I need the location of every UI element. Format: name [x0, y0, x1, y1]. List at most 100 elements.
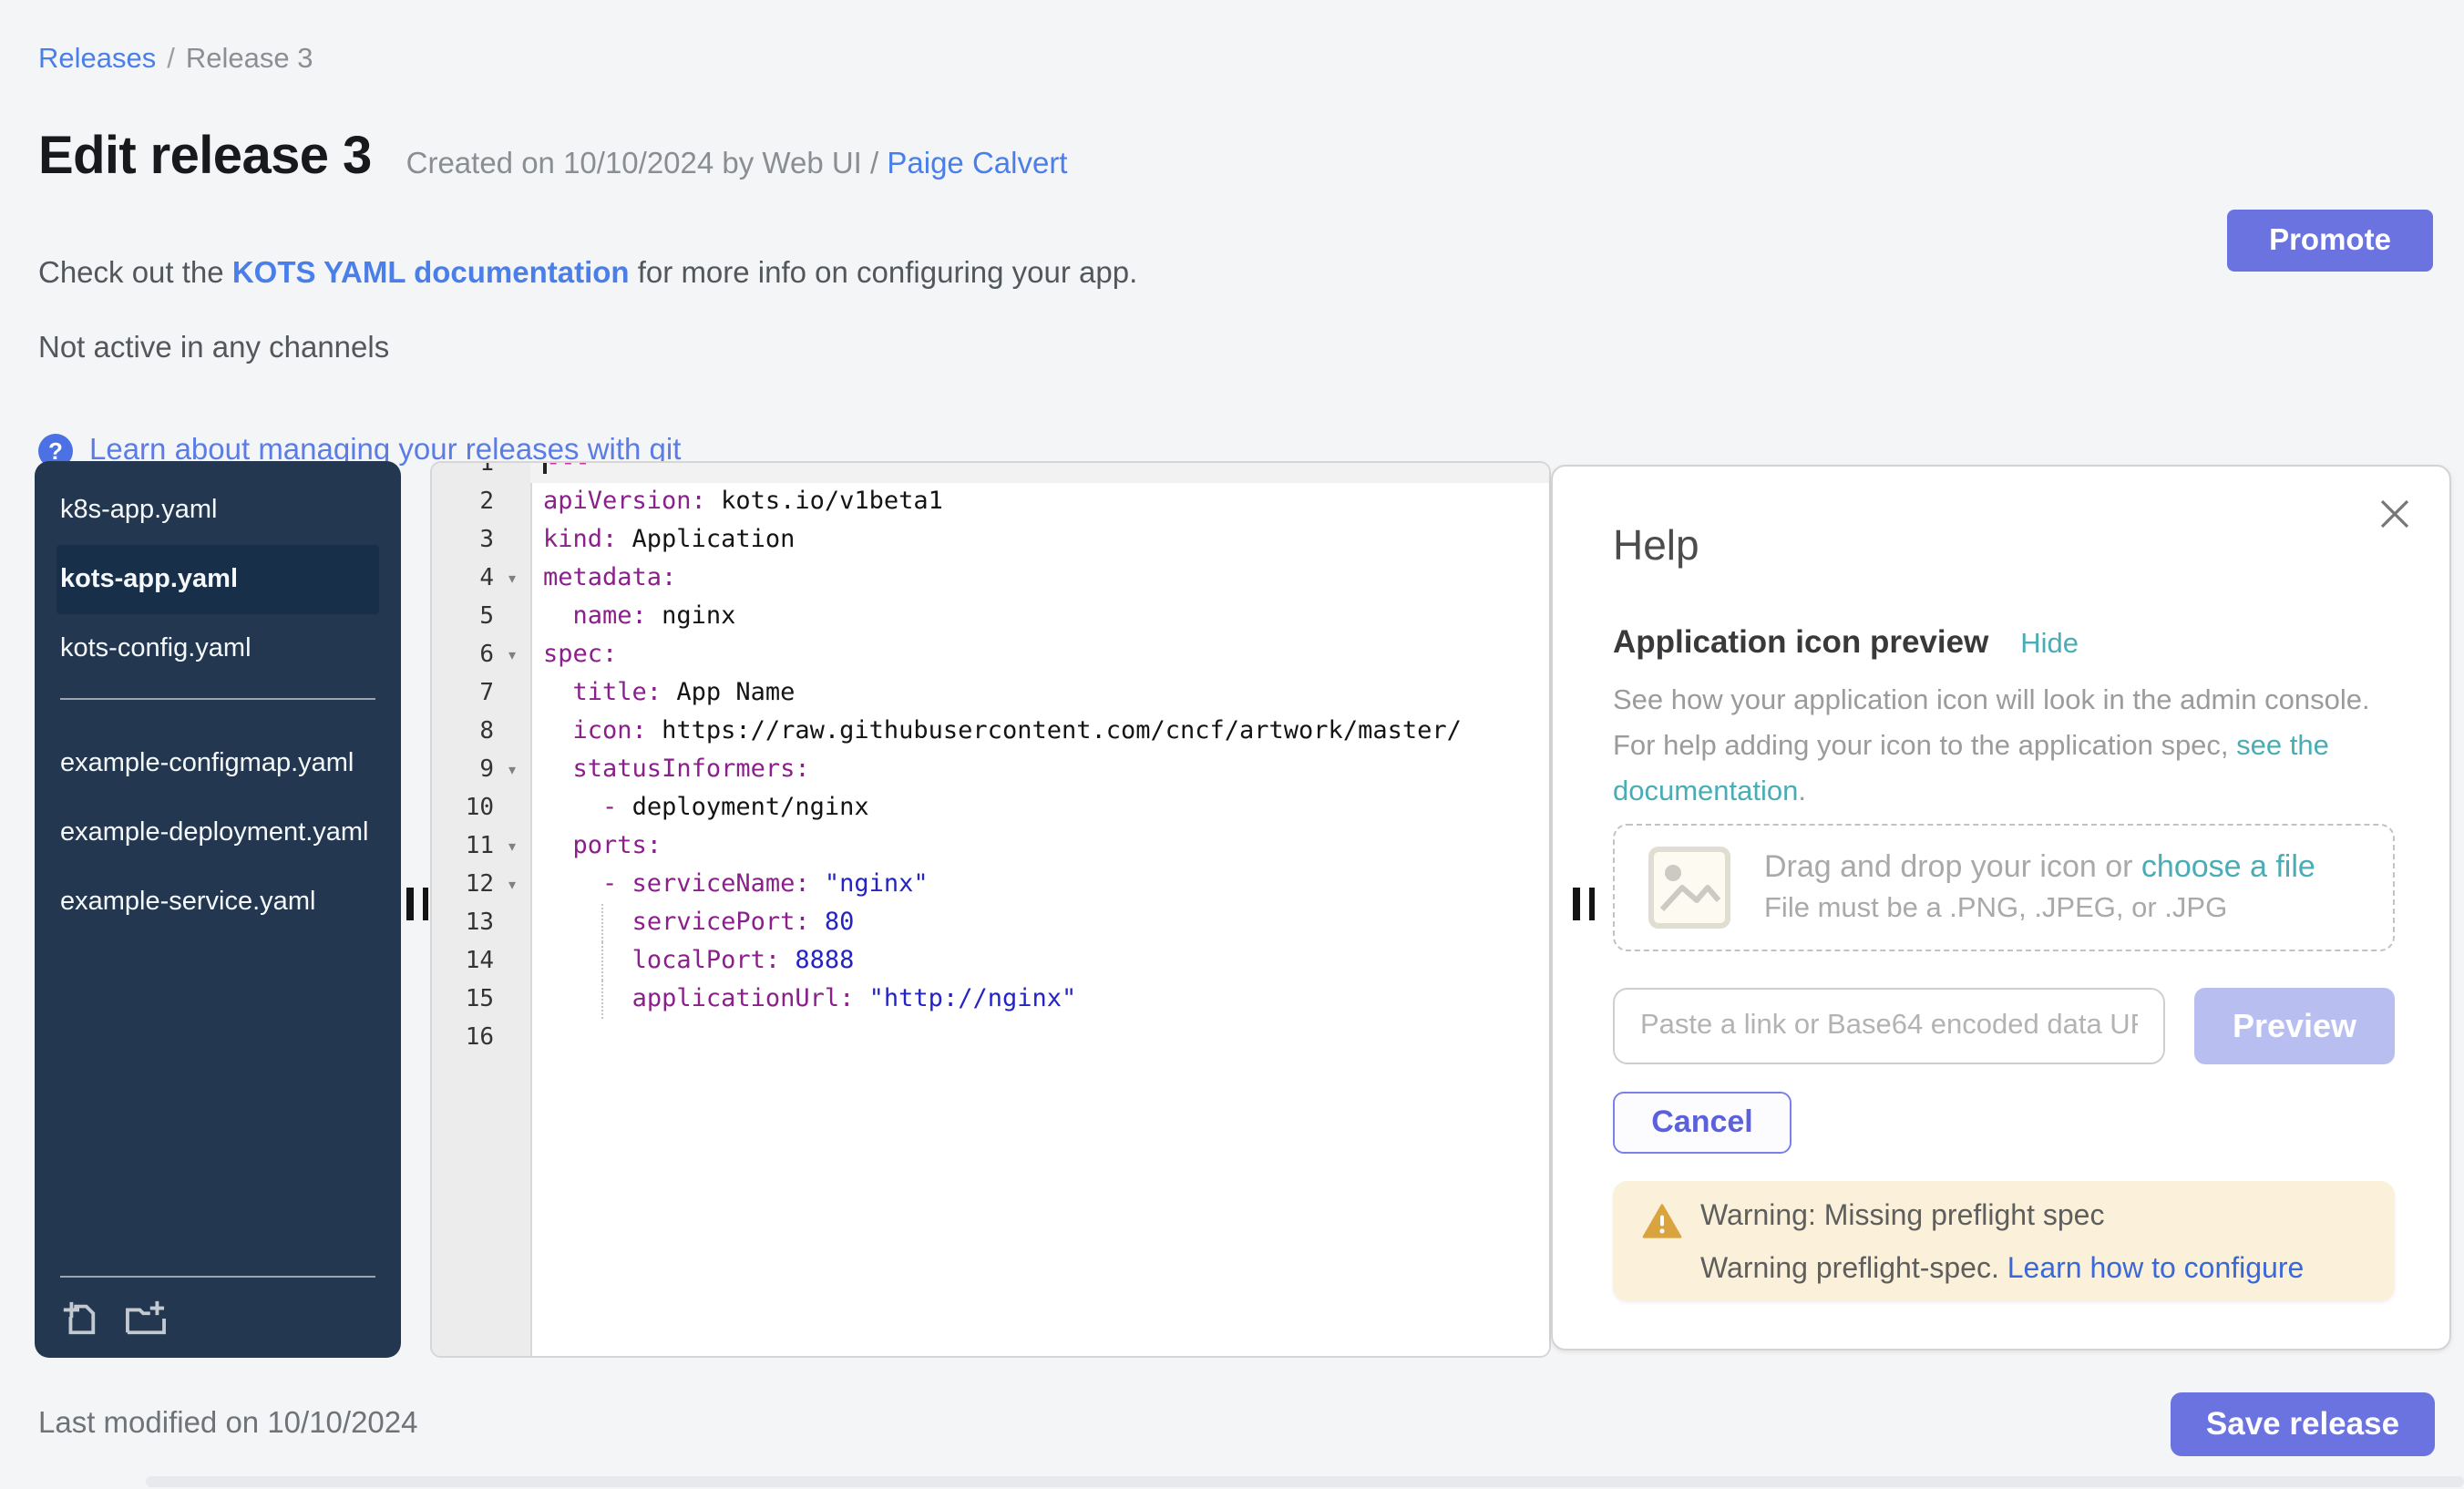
doc-hint: Check out the KOTS YAML documentation fo…: [38, 257, 1137, 292]
doc-hint-prefix: Check out the: [38, 257, 232, 290]
learn-configure-link[interactable]: Learn how to configure: [2007, 1254, 2305, 1285]
code-line-4[interactable]: 4▾metadata:: [432, 560, 1549, 598]
code-text: icon: https://raw.githubusercontent.com/…: [530, 713, 1549, 751]
warning-title: Warning: Missing preflight spec: [1700, 1201, 2104, 1234]
code-text: statusInformers:: [530, 751, 1549, 789]
line-number: 3: [432, 521, 494, 560]
code-line-2[interactable]: 2 apiVersion: kots.io/v1beta1: [432, 483, 1549, 521]
fold-spacer: [494, 674, 530, 713]
dropzone-text: Drag and drop your icon or choose a file…: [1764, 849, 2315, 926]
dropzone-prefix: Drag and drop your icon or: [1764, 849, 2141, 884]
code-line-7[interactable]: 7 title: App Name: [432, 674, 1549, 713]
breadcrumb-releases-link[interactable]: Releases: [38, 44, 156, 75]
indent-guide: [601, 981, 603, 1019]
preview-button[interactable]: Preview: [2194, 988, 2395, 1064]
breadcrumb-current: Release 3: [186, 44, 313, 75]
code-line-11[interactable]: 11▾ ports:: [432, 827, 1549, 866]
fold-spacer: [494, 981, 530, 1019]
hide-link[interactable]: Hide: [2020, 629, 2079, 660]
last-modified-text: Last modified on 10/10/2024: [38, 1407, 418, 1442]
sidebar-editor-resize-handle[interactable]: [406, 888, 428, 920]
code-text: applicationUrl: "http://nginx": [530, 981, 1549, 1019]
line-number: 12: [432, 866, 494, 904]
breadcrumb-separator: /: [167, 44, 175, 75]
cancel-button[interactable]: Cancel: [1613, 1092, 1792, 1154]
line-number: 1: [432, 461, 494, 483]
sidebar-item-k8s-app-yaml[interactable]: k8s-app.yaml: [35, 476, 401, 545]
promote-button[interactable]: Promote: [2227, 210, 2433, 272]
code-text: kind: Application: [530, 521, 1549, 560]
created-info: Created on 10/10/2024 by Web UI / Paige …: [406, 148, 1068, 180]
code-line-13[interactable]: 13 servicePort: 80: [432, 904, 1549, 942]
code-line-1[interactable]: 1---: [432, 461, 1549, 483]
code-line-16[interactable]: 16: [432, 1019, 1549, 1057]
fold-spacer: [494, 713, 530, 751]
add-folder-icon[interactable]: [124, 1299, 168, 1337]
code-line-9[interactable]: 9▾ statusInformers:: [432, 751, 1549, 789]
code-line-5[interactable]: 5 name: nginx: [432, 598, 1549, 636]
code-text: - serviceName: "nginx": [530, 866, 1549, 904]
code-line-6[interactable]: 6▾spec:: [432, 636, 1549, 674]
editor-lines: 1---2 apiVersion: kots.io/v1beta1 3 kind: A…: [432, 461, 1549, 1057]
icon-dropzone[interactable]: Drag and drop your icon or choose a file…: [1613, 824, 2395, 951]
fold-spacer: [494, 521, 530, 560]
code-text: spec:: [530, 636, 1549, 674]
file-groups: k8s-app.yamlkots-app.yamlkots-config.yam…: [35, 461, 401, 937]
code-line-14[interactable]: 14 localPort: 8888: [432, 942, 1549, 981]
line-number: 14: [432, 942, 494, 981]
code-text: servicePort: 80: [530, 904, 1549, 942]
yaml-editor[interactable]: 1---2 apiVersion: kots.io/v1beta1 3 kind: A…: [430, 461, 1551, 1358]
code-line-3[interactable]: 3 kind: Application: [432, 521, 1549, 560]
sidebar-divider: [60, 698, 375, 700]
title-row: Edit release 3Created on 10/10/2024 by W…: [38, 128, 1068, 188]
fold-spacer: [494, 789, 530, 827]
code-text: metadata:: [530, 560, 1549, 598]
help-title: Help: [1613, 521, 1699, 570]
fold-spacer: [494, 598, 530, 636]
fold-arrow-icon[interactable]: ▾: [494, 866, 530, 904]
sidebar-item-kots-config-yaml[interactable]: kots-config.yaml: [35, 614, 401, 683]
line-number: 2: [432, 483, 494, 521]
add-file-icon[interactable]: [60, 1299, 98, 1337]
sidebar-item-example-configmap-yaml[interactable]: example-configmap.yaml: [35, 729, 401, 798]
line-number: 7: [432, 674, 494, 713]
fold-arrow-icon[interactable]: ▾: [494, 827, 530, 866]
code-text: localPort: 8888: [530, 942, 1549, 981]
fold-arrow-icon[interactable]: ▾: [494, 636, 530, 674]
line-number: 16: [432, 1019, 494, 1057]
save-release-button[interactable]: Save release: [2171, 1392, 2435, 1456]
code-line-12[interactable]: 12▾ - serviceName: "nginx": [432, 866, 1549, 904]
help-description: See how your application icon will look …: [1613, 678, 2389, 815]
horizontal-scrollbar[interactable]: [146, 1476, 2464, 1487]
close-icon[interactable]: [2377, 496, 2413, 532]
channel-status: Not active in any channels: [38, 332, 389, 366]
page: Releases / Release 3 Edit release 3Created…: [0, 0, 2464, 1489]
code-text: name: nginx: [530, 598, 1549, 636]
author-link[interactable]: Paige Calvert: [887, 148, 1067, 180]
fold-spacer: [494, 1019, 530, 1057]
sidebar-item-example-deployment-yaml[interactable]: example-deployment.yaml: [35, 798, 401, 868]
fold-arrow-icon[interactable]: ▾: [494, 751, 530, 789]
editor-help-resize-handle[interactable]: [1573, 888, 1595, 920]
code-text: title: App Name: [530, 674, 1549, 713]
code-text: apiVersion: kots.io/v1beta1: [530, 483, 1549, 521]
kots-yaml-doc-link[interactable]: KOTS YAML documentation: [232, 257, 630, 290]
line-number: 8: [432, 713, 494, 751]
line-number: 4: [432, 560, 494, 598]
preflight-warning: Warning: Missing preflight spec Warning …: [1613, 1181, 2395, 1301]
fold-arrow-icon[interactable]: ▾: [494, 560, 530, 598]
help-description-suffix: .: [1798, 776, 1806, 807]
doc-hint-suffix: for more info on configuring your app.: [630, 257, 1138, 290]
sidebar-actions: [60, 1276, 375, 1358]
code-line-10[interactable]: 10 - deployment/nginx: [432, 789, 1549, 827]
choose-file-link[interactable]: choose a file: [2141, 849, 2315, 884]
line-number: 5: [432, 598, 494, 636]
icon-url-input[interactable]: [1613, 988, 2165, 1064]
sidebar-item-example-service-yaml[interactable]: example-service.yaml: [35, 868, 401, 937]
icon-url-row: Preview: [1613, 988, 2395, 1064]
line-number: 9: [432, 751, 494, 789]
code-line-8[interactable]: 8 icon: https://raw.githubusercontent.co…: [432, 713, 1549, 751]
sidebar-item-kots-app-yaml[interactable]: kots-app.yaml: [56, 545, 379, 614]
code-line-15[interactable]: 15 applicationUrl: "http://nginx": [432, 981, 1549, 1019]
line-number: 15: [432, 981, 494, 1019]
